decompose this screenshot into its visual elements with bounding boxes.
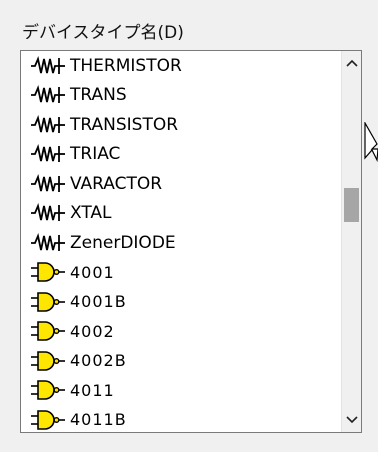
vertical-scrollbar[interactable] — [341, 51, 361, 432]
scroll-down-arrow-icon[interactable] — [342, 410, 361, 430]
resistor-icon — [30, 55, 66, 77]
list-item[interactable]: XTAL — [21, 199, 342, 229]
resistor-icon — [30, 114, 66, 136]
list-item-label: THERMISTOR — [70, 55, 182, 76]
list-item[interactable]: 4002 — [21, 317, 342, 347]
device-type-listbox[interactable]: THERMISTOR TRANS TRANSISTOR TRIAC VARACTOR XT… — [20, 50, 362, 433]
list-item[interactable]: 4011B — [21, 405, 342, 432]
list-item-label: XTAL — [70, 203, 112, 224]
list-item[interactable]: 4011 — [21, 376, 342, 406]
list-item-label: 4001 — [70, 262, 115, 282]
nand-gate-icon — [30, 409, 66, 431]
resistor-icon — [30, 202, 66, 224]
list-item-label: TRANS — [70, 85, 127, 106]
list-item-label: 4002B — [70, 351, 127, 371]
list-item-label: TRIAC — [70, 144, 121, 165]
list-item[interactable]: ZenerDIODE — [21, 228, 342, 258]
list-item[interactable]: 4002B — [21, 346, 342, 376]
list-item-label: 4011 — [70, 380, 115, 400]
list-item-label: TRANSISTOR — [70, 114, 179, 135]
nand-gate-icon — [30, 320, 66, 342]
scrollbar-thumb[interactable] — [344, 188, 359, 222]
list-item[interactable]: VARACTOR — [21, 169, 342, 199]
resistor-icon — [30, 84, 66, 106]
nand-gate-icon — [30, 350, 66, 372]
nand-gate-icon — [30, 291, 66, 313]
list-item-label: ZenerDIODE — [70, 232, 176, 253]
list-item[interactable]: TRIAC — [21, 140, 342, 170]
list-item[interactable]: 4001 — [21, 258, 342, 288]
list-item-label: VARACTOR — [70, 173, 163, 194]
list-item-label: 4001B — [70, 292, 127, 312]
list-item[interactable]: TRANS — [21, 81, 342, 111]
list-item[interactable]: THERMISTOR — [21, 51, 342, 81]
resistor-icon — [30, 173, 66, 195]
resistor-icon — [30, 232, 66, 254]
list-item[interactable]: 4001B — [21, 287, 342, 317]
nand-gate-icon — [30, 261, 66, 283]
mouse-pointer-icon — [364, 122, 378, 163]
list-item-label: 4002 — [70, 321, 115, 341]
scroll-up-arrow-icon[interactable] — [342, 53, 361, 73]
nand-gate-icon — [30, 379, 66, 401]
list-item[interactable]: TRANSISTOR — [21, 110, 342, 140]
device-type-list: THERMISTOR TRANS TRANSISTOR TRIAC VARACTOR XT… — [21, 51, 342, 432]
resistor-icon — [30, 143, 66, 165]
device-type-name-label: デバイスタイプ名(D) — [22, 23, 184, 43]
list-item-label: 4011B — [70, 410, 127, 430]
